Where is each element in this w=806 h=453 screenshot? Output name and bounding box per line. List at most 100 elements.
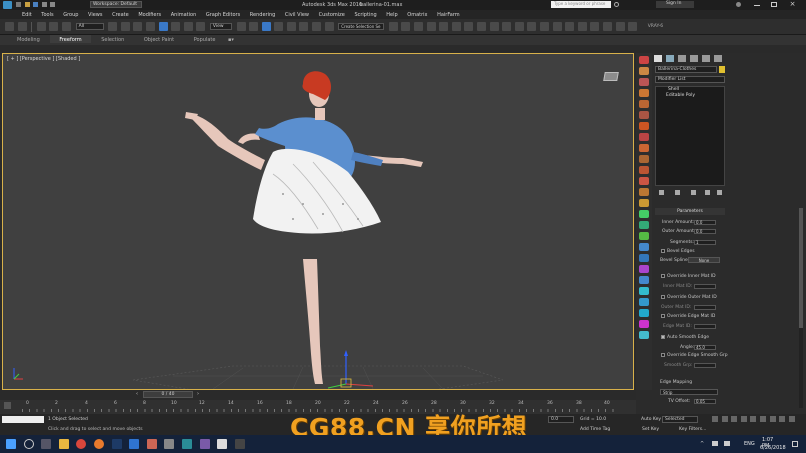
smooth-grp-spinner[interactable] <box>694 363 716 368</box>
select-manipulate-icon[interactable] <box>249 22 259 31</box>
stack-item-editable-poly[interactable]: Editable Poly <box>656 93 724 99</box>
tool-icon-7[interactable] <box>639 122 649 130</box>
tool-icon-19[interactable] <box>639 254 649 262</box>
game-icon[interactable] <box>234 439 245 449</box>
go-to-start-icon[interactable] <box>712 416 718 422</box>
render-activeshade-icon[interactable] <box>527 22 537 31</box>
file-explorer-icon[interactable] <box>58 439 69 449</box>
menu-help[interactable]: Help <box>382 10 401 18</box>
notes-icon[interactable] <box>217 439 228 449</box>
show-end-result-icon[interactable] <box>675 190 680 195</box>
tool-icon-21[interactable] <box>639 276 649 284</box>
snaps-toggle-icon[interactable] <box>274 22 284 31</box>
notification-icon[interactable] <box>792 441 798 447</box>
camera-icon[interactable] <box>590 22 600 31</box>
menu-edit[interactable]: Edit <box>18 10 36 18</box>
bevel-edges-checkbox[interactable] <box>661 249 665 253</box>
make-unique-icon[interactable] <box>691 190 696 195</box>
tool-icon-24[interactable] <box>639 309 649 317</box>
tool-icon-8[interactable] <box>639 133 649 141</box>
tool-icon-17[interactable] <box>639 232 649 240</box>
motion-tab-icon[interactable] <box>690 55 698 62</box>
tab-freeform[interactable]: Freeform <box>50 35 91 43</box>
render-iterative-icon[interactable] <box>514 22 524 31</box>
chrome-icon[interactable] <box>76 439 87 449</box>
sign-in-button[interactable]: Sign In <box>656 1 694 8</box>
menu-tools[interactable]: Tools <box>37 10 57 18</box>
tool-icon-25[interactable] <box>639 320 649 328</box>
firefox-icon[interactable] <box>93 439 104 449</box>
tool-icon-20[interactable] <box>639 265 649 273</box>
percent-snap-icon[interactable] <box>299 22 309 31</box>
edge-mat-id-spinner[interactable] <box>694 324 716 329</box>
time-slider-thumb[interactable]: 0 / 40 <box>143 391 193 398</box>
object-name-field[interactable]: Ballerina-Clothes <box>655 66 717 73</box>
vray-frame-buffer-icon[interactable] <box>602 22 612 31</box>
photos-icon[interactable] <box>199 439 210 449</box>
panel-scrollbar-thumb[interactable] <box>799 208 803 328</box>
tray-chevron-icon[interactable]: ^ <box>700 441 704 447</box>
unlink-icon[interactable] <box>49 22 59 31</box>
open-icon[interactable] <box>24 2 30 7</box>
tool-icon-3[interactable] <box>639 78 649 86</box>
edge-mapping-dropdown[interactable]: Strip <box>660 389 718 395</box>
redo-icon[interactable] <box>17 22 27 31</box>
track-bar-toggle-icon[interactable] <box>4 402 11 409</box>
link-icon[interactable] <box>36 22 46 31</box>
help-icon[interactable] <box>736 2 741 7</box>
select-rotate-icon[interactable] <box>171 22 181 31</box>
material-editor-icon[interactable] <box>464 22 474 31</box>
volume-icon[interactable] <box>724 441 730 446</box>
override-edge-checkbox[interactable] <box>661 314 665 318</box>
tool-icon-6[interactable] <box>639 111 649 119</box>
tool-icon-2[interactable] <box>639 67 649 75</box>
time-slider-prev[interactable]: ‹ <box>136 391 138 397</box>
override-edge-smooth-checkbox[interactable] <box>661 353 665 357</box>
selection-filter-dropdown[interactable]: All <box>75 23 104 30</box>
display-tab-icon[interactable] <box>702 55 710 62</box>
bevel-spline-button[interactable]: None <box>688 257 720 263</box>
key-mode-dropdown[interactable]: Selected <box>662 416 698 423</box>
menu-hairfarm[interactable]: HairFarm <box>433 10 464 18</box>
override-outer-checkbox[interactable] <box>661 295 665 299</box>
angle-snap-icon[interactable] <box>286 22 296 31</box>
inner-mat-id-spinner[interactable] <box>694 284 716 289</box>
3ds-max-taskbar-icon[interactable] <box>181 439 192 449</box>
menu-views[interactable]: Views <box>84 10 106 18</box>
tool-icon-5[interactable] <box>639 100 649 108</box>
tab-object-paint[interactable]: Object Paint <box>135 35 183 43</box>
menu-customize[interactable]: Customize <box>315 10 349 18</box>
coord-z-field[interactable]: 0.0 <box>548 416 574 423</box>
tv-offset-spinner[interactable]: 0.05 <box>694 399 716 404</box>
configure-sets-icon[interactable] <box>717 190 722 195</box>
select-object-icon[interactable] <box>108 22 118 31</box>
tab-populate[interactable]: Populate <box>185 35 225 43</box>
close-button[interactable]: × <box>788 1 797 8</box>
redo-icon[interactable] <box>50 2 56 7</box>
tool-icon-16[interactable] <box>639 221 649 229</box>
align-icon[interactable] <box>401 22 411 31</box>
select-scale-icon[interactable] <box>183 22 193 31</box>
menu-create[interactable]: Create <box>108 10 133 18</box>
tool-icon-11[interactable] <box>639 166 649 174</box>
render-production-icon[interactable] <box>502 22 512 31</box>
menu-rendering[interactable]: Rendering <box>246 10 280 18</box>
new-icon[interactable] <box>16 2 21 7</box>
language-indicator[interactable]: ENG <box>744 441 755 447</box>
tool-icon-4[interactable] <box>639 89 649 97</box>
tool-icon-26[interactable] <box>639 331 649 339</box>
task-view-icon[interactable] <box>41 439 52 449</box>
cloth-icon[interactable] <box>552 22 562 31</box>
tool-icon-18[interactable] <box>639 243 649 251</box>
ribbon-toggle-icon[interactable] <box>426 22 436 31</box>
teapot-icon[interactable] <box>565 22 575 31</box>
remove-modifier-icon[interactable] <box>705 190 710 195</box>
menu-omatrix[interactable]: Omatrix <box>403 10 431 18</box>
maximize-button[interactable] <box>771 2 777 7</box>
cortana-search-icon[interactable] <box>23 439 34 449</box>
spinner-snap-icon[interactable] <box>312 22 322 31</box>
workspace-dropdown[interactable]: Workspace: Default <box>90 1 142 8</box>
tab-modeling[interactable]: Modeling <box>8 35 49 43</box>
menu-group[interactable]: Group <box>59 10 82 18</box>
named-selection-dropdown[interactable]: Create Selection Se <box>338 23 385 30</box>
